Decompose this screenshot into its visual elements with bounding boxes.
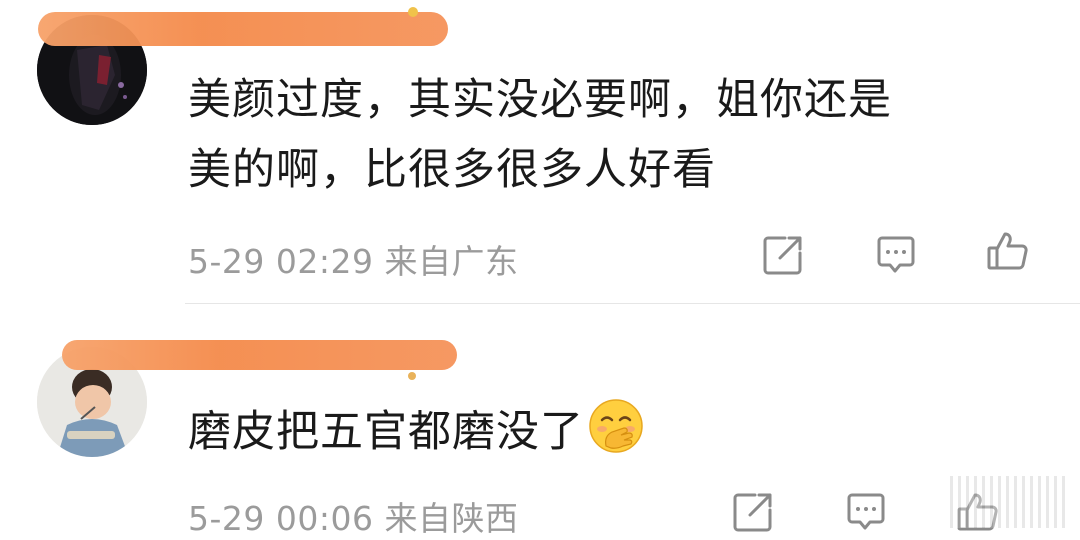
comment-meta: 5-29 02:29 来自广东 (188, 235, 519, 283)
comment-location: 来自广东 (384, 242, 519, 281)
divider (185, 303, 1080, 304)
comment-time: 5-29 02:29 (188, 242, 374, 281)
hand-over-mouth-emoji (589, 399, 643, 453)
badge-dot (408, 372, 416, 380)
comment-text: 磨皮把五官都磨没了 (188, 397, 1048, 467)
comment-text-line: 磨皮把五官都磨没了 (188, 407, 584, 457)
comment-time: 5-29 00:06 (188, 499, 374, 538)
thumbs-up-icon[interactable] (985, 228, 1031, 274)
comment-icon[interactable] (873, 232, 919, 278)
comment-location: 来自陕西 (384, 499, 519, 538)
username-redacted (62, 340, 457, 370)
share-icon[interactable] (760, 232, 806, 278)
comment-text-line: 美颜过度，其实没必要啊，姐你还是 (188, 75, 892, 125)
comment-item: 磨皮把五官都磨没了 5-29 00:06 来自陕西 (0, 305, 1080, 540)
badge-dot (408, 7, 418, 17)
watermark-overlay (950, 476, 1070, 528)
share-icon[interactable] (730, 489, 776, 535)
username-redacted (38, 12, 448, 46)
comment-text: 美颜过度，其实没必要啊，姐你还是 美的啊，比很多很多人好看 (188, 65, 1048, 205)
comment-item: 美颜过度，其实没必要啊，姐你还是 美的啊，比很多很多人好看 5-29 02:29… (0, 0, 1080, 305)
comment-icon[interactable] (843, 489, 889, 535)
comment-meta: 5-29 00:06 来自陕西 (188, 492, 519, 540)
comment-text-line: 美的啊，比很多很多人好看 (188, 145, 716, 195)
